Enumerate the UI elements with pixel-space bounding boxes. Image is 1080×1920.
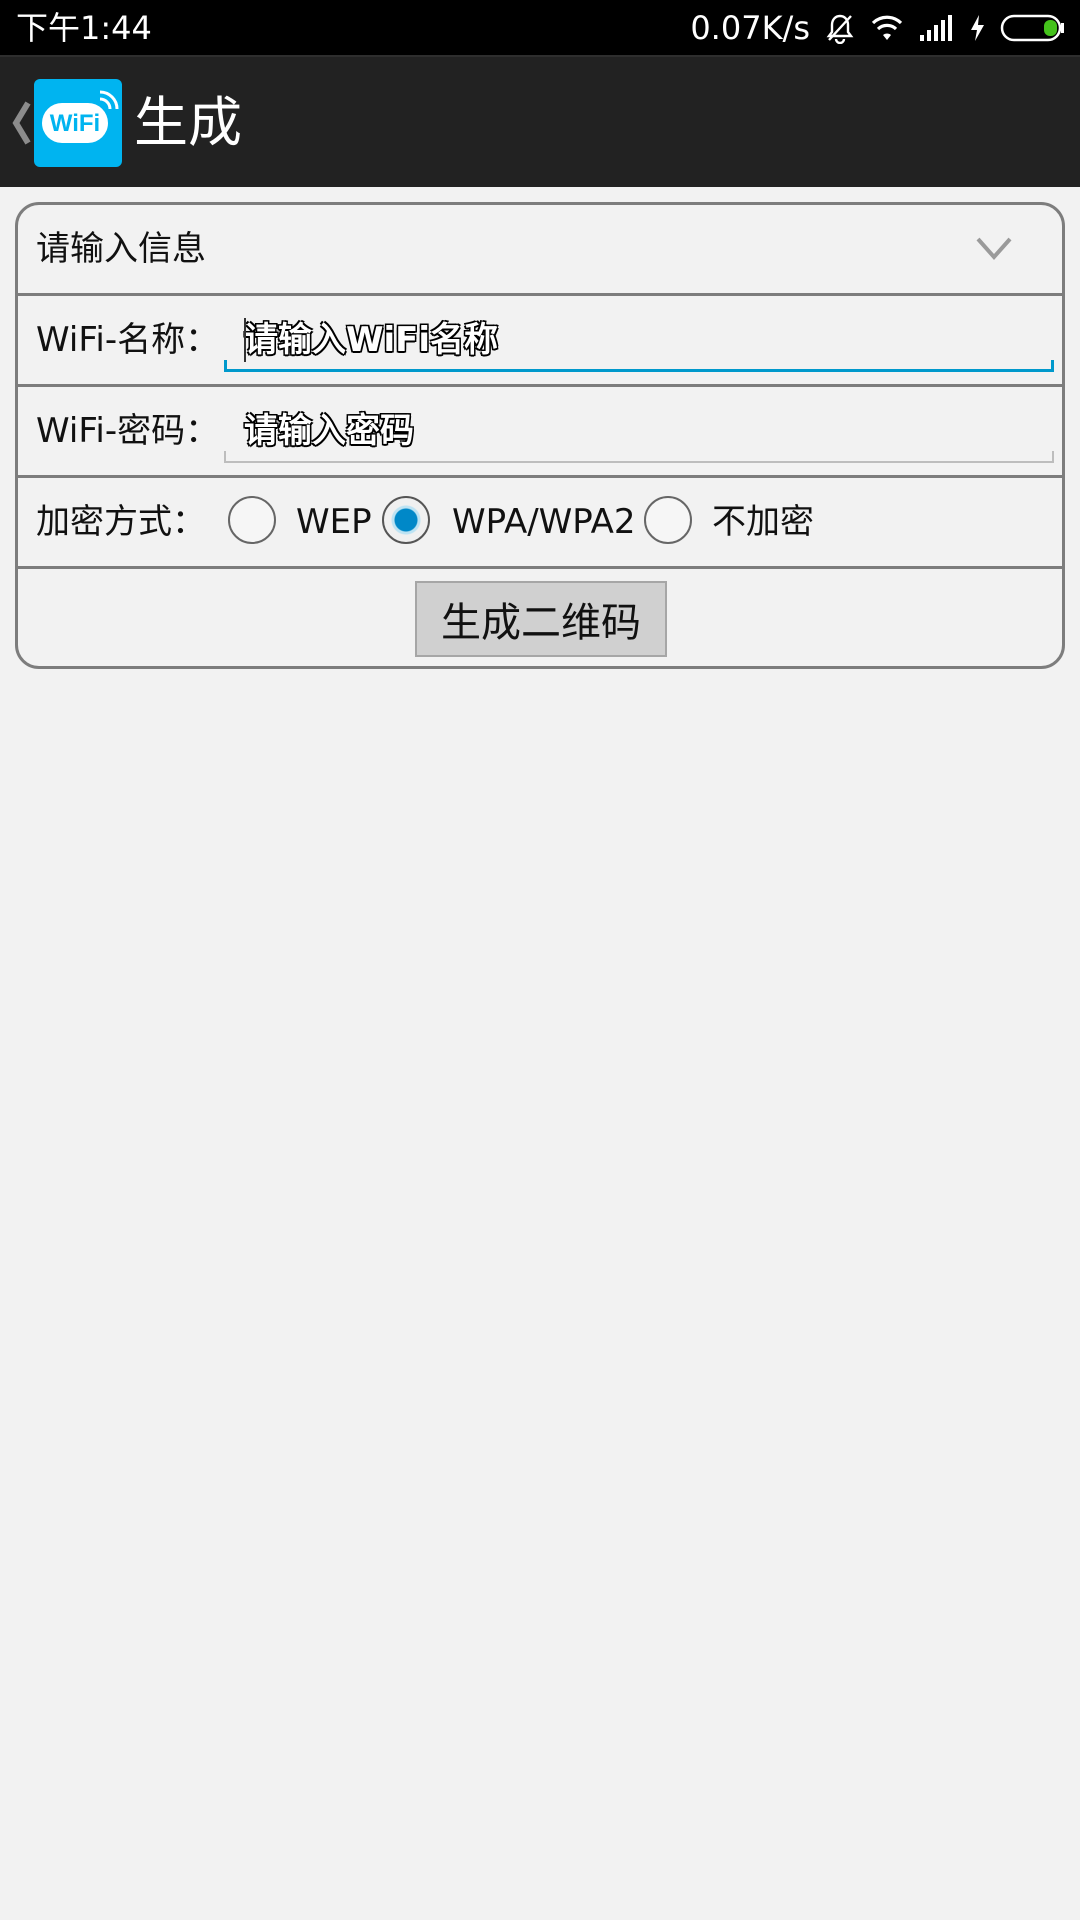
wifi-icon: [871, 15, 903, 40]
wifi-password-label: WiFi-密码：: [36, 411, 220, 451]
radio-wep-label[interactable]: WEP: [296, 500, 372, 544]
status-icons: 0.07K/s: [690, 8, 1066, 48]
wifi-name-row: WiFi-名称： 请输入WiFi名称: [18, 296, 1062, 387]
svg-text:WiFi: WiFi: [50, 110, 100, 137]
encryption-label: 加密方式：: [36, 502, 206, 542]
radio-wpa-wpa2[interactable]: [382, 496, 430, 544]
wifi-name-placeholder: 请输入WiFi名称: [244, 320, 499, 360]
wifi-name-input[interactable]: 请输入WiFi名称: [224, 308, 1054, 372]
radio-wep[interactable]: [228, 496, 276, 544]
submit-row: 生成二维码: [18, 569, 1062, 666]
wifi-password-underline: [224, 451, 1054, 463]
text-cursor: [244, 318, 246, 362]
wifi-password-input[interactable]: 请输入密码: [224, 399, 1054, 463]
status-time: 下午1:44: [16, 9, 152, 47]
wifi-logo-icon: WiFi: [42, 90, 119, 143]
signal-icon: [920, 15, 952, 41]
charging-icon: [971, 15, 984, 41]
radio-no-encryption-label[interactable]: 不加密: [712, 500, 814, 544]
form-header-label: 请输入信息: [36, 229, 206, 269]
wifi-password-row: WiFi-密码： 请输入密码: [18, 387, 1062, 478]
back-arrow-icon[interactable]: [8, 93, 34, 153]
action-bar: WiFi 生成: [0, 55, 1080, 187]
wifi-name-underline: [224, 360, 1054, 372]
bell-muted-icon: [826, 14, 854, 44]
wifi-info-form: 请输入信息 WiFi-名称： 请输入WiFi名称 WiFi-密码： 请输入密码 …: [15, 202, 1065, 669]
app-logo-icon[interactable]: WiFi: [34, 79, 122, 167]
status-bar: 下午1:44 0.07K/s: [0, 0, 1080, 55]
page-title: 生成: [134, 91, 242, 154]
wifi-name-label: WiFi-名称：: [36, 320, 220, 360]
radio-wpa-wpa2-label[interactable]: WPA/WPA2: [452, 500, 636, 544]
form-header[interactable]: 请输入信息: [18, 205, 1062, 296]
network-speed: 0.07K/s: [690, 9, 810, 47]
radio-no-encryption[interactable]: [644, 496, 692, 544]
encryption-row: 加密方式： WEP WPA/WPA2 不加密: [18, 478, 1062, 569]
chevron-down-icon[interactable]: [974, 233, 1014, 263]
wifi-password-placeholder: 请输入密码: [244, 411, 414, 451]
battery-icon: [1000, 14, 1064, 42]
generate-qr-button[interactable]: 生成二维码: [415, 581, 667, 657]
